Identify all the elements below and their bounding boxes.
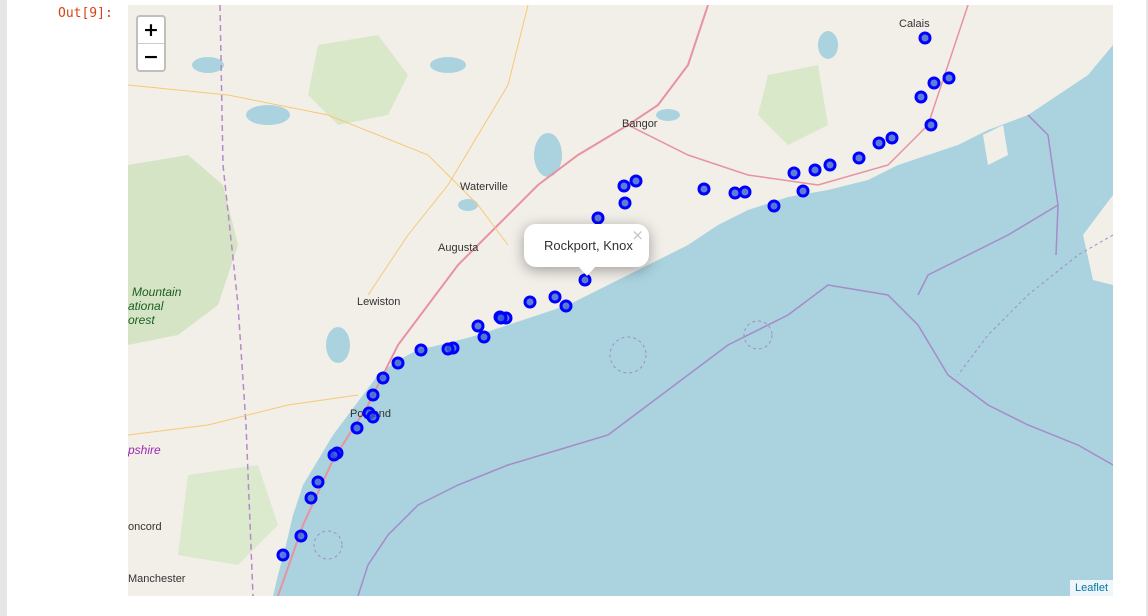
map-marker[interactable] xyxy=(311,475,325,489)
map-label: pshire xyxy=(128,443,161,457)
map-label: Mountain xyxy=(132,285,182,299)
map-marker[interactable] xyxy=(548,290,562,304)
map-label: ational xyxy=(128,299,164,313)
map-label: Bangor xyxy=(622,118,658,130)
map-marker[interactable] xyxy=(591,211,605,225)
map-marker[interactable] xyxy=(852,151,866,165)
map-marker[interactable] xyxy=(787,166,801,180)
map-label: Waterville xyxy=(460,181,508,193)
map-marker[interactable] xyxy=(767,199,781,213)
map-marker[interactable] xyxy=(366,410,380,424)
map-tiles[interactable]: Calais Bangor Waterville Augusta Lewisto… xyxy=(128,5,1113,596)
map-marker[interactable] xyxy=(617,179,631,193)
map-marker[interactable] xyxy=(304,491,318,505)
notebook-output-cell: Out[9]: Calais Bangor Waterville Augusta… xyxy=(0,0,1148,616)
map-marker[interactable] xyxy=(942,71,956,85)
map-marker[interactable] xyxy=(914,90,928,104)
maritime-circle xyxy=(609,336,647,374)
map-label: orest xyxy=(128,313,155,327)
island xyxy=(983,125,1008,165)
marker-popup: Rockport, Knox × xyxy=(524,224,649,276)
zoom-out-button[interactable]: − xyxy=(138,43,164,70)
map-label: Augusta xyxy=(438,242,479,254)
map-label: oncord xyxy=(128,521,162,533)
leaflet-map[interactable]: Calais Bangor Waterville Augusta Lewisto… xyxy=(128,5,1113,596)
map-marker[interactable] xyxy=(471,319,485,333)
lake xyxy=(246,105,290,125)
map-marker[interactable] xyxy=(885,131,899,145)
map-marker[interactable] xyxy=(738,185,752,199)
lake xyxy=(458,199,478,211)
map-marker[interactable] xyxy=(918,31,932,45)
map-label: Lewiston xyxy=(357,296,400,308)
maritime-boundary xyxy=(1027,114,1059,256)
map-marker[interactable] xyxy=(441,342,455,356)
popup-tip xyxy=(578,266,596,276)
map-marker[interactable] xyxy=(494,311,508,325)
map-marker[interactable] xyxy=(823,158,837,172)
land-area xyxy=(128,5,1113,596)
map-marker[interactable] xyxy=(477,330,491,344)
lake xyxy=(430,57,466,73)
map-marker[interactable] xyxy=(327,448,341,462)
map-marker[interactable] xyxy=(629,174,643,188)
map-marker[interactable] xyxy=(276,548,290,562)
map-marker[interactable] xyxy=(376,371,390,385)
map-marker[interactable] xyxy=(391,356,405,370)
map-marker[interactable] xyxy=(366,388,380,402)
popup-text: Rockport, Knox xyxy=(544,238,633,253)
map-label: Calais xyxy=(899,18,930,30)
map-marker[interactable] xyxy=(796,184,810,198)
lake xyxy=(818,31,838,59)
maritime-circle xyxy=(313,530,343,560)
attribution-link[interactable]: Leaflet xyxy=(1069,580,1113,596)
map-marker[interactable] xyxy=(350,421,364,435)
map-marker[interactable] xyxy=(808,163,822,177)
map-marker[interactable] xyxy=(578,273,592,287)
map-marker[interactable] xyxy=(924,118,938,132)
lake xyxy=(326,327,350,363)
map-marker[interactable] xyxy=(414,343,428,357)
island xyxy=(1083,195,1113,285)
map-marker[interactable] xyxy=(618,196,632,210)
zoom-control: + − xyxy=(136,15,166,72)
output-prompt: Out[9]: xyxy=(58,6,113,21)
cell-left-border xyxy=(0,0,7,616)
lake xyxy=(656,109,680,121)
map-marker[interactable] xyxy=(927,76,941,90)
popup-close-button[interactable]: × xyxy=(631,226,644,244)
map-label: Manchester xyxy=(128,573,186,585)
map-marker[interactable] xyxy=(697,182,711,196)
zoom-in-button[interactable]: + xyxy=(138,17,164,43)
map-marker[interactable] xyxy=(294,529,308,543)
map-marker[interactable] xyxy=(559,299,573,313)
map-marker[interactable] xyxy=(872,136,886,150)
lake xyxy=(192,57,224,73)
maritime-boundary xyxy=(917,204,1059,296)
map-marker[interactable] xyxy=(728,186,742,200)
map-marker[interactable] xyxy=(523,295,537,309)
